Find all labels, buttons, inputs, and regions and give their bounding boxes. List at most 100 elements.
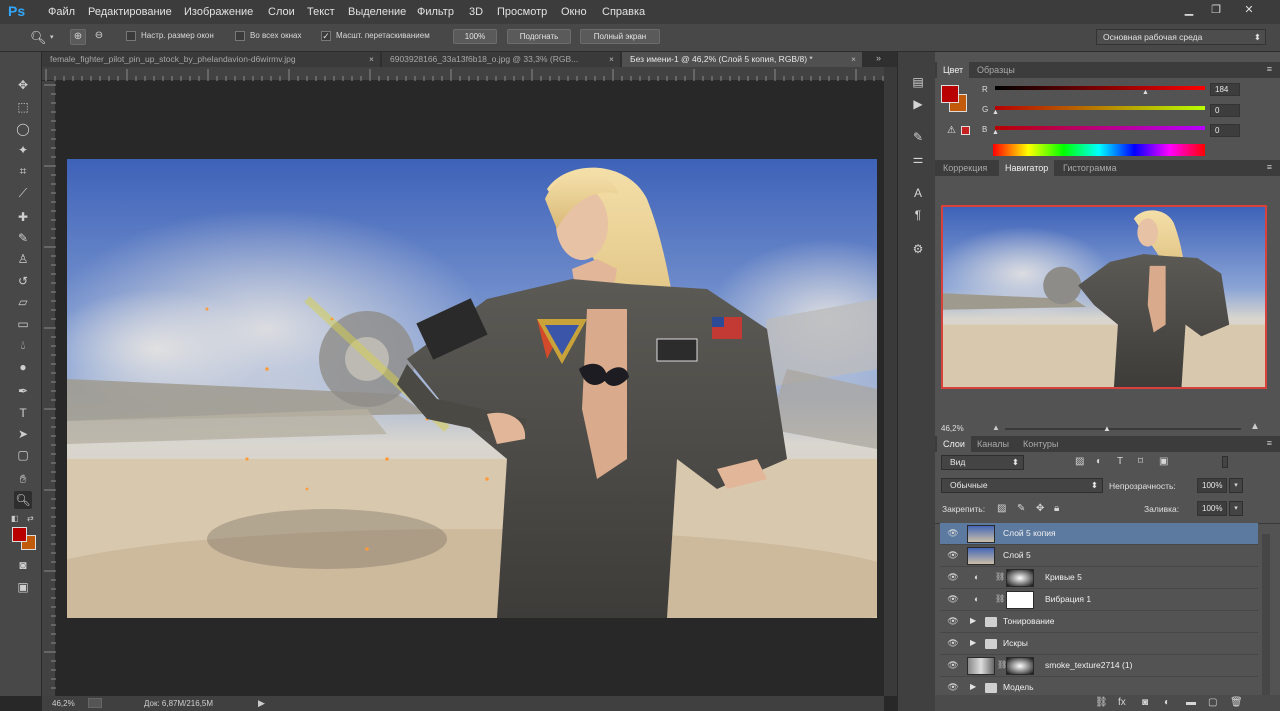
navigator-zoom-in-icon[interactable]: ▲ — [1250, 421, 1260, 432]
brush-panel-icon[interactable]: ✎ — [910, 130, 926, 146]
delete-layer-icon[interactable]: 🗑︎ — [1230, 697, 1243, 708]
layer-row-toning-group[interactable]: 👁︎ ▶ Тонирование — [940, 611, 1258, 633]
tab-adjustments[interactable]: Коррекция — [937, 160, 993, 176]
gamut-warning-icon[interactable]: ⚠ — [947, 125, 956, 136]
all-windows-checkbox[interactable] — [235, 31, 245, 41]
layer-row-curves5[interactable]: 👁︎ ◐ ⛓ Кривые 5 — [940, 567, 1258, 589]
menu-file[interactable]: Файл — [48, 6, 75, 18]
layer-row-sloy5[interactable]: 👁︎ Слой 5 — [940, 545, 1258, 567]
color-fg-swatch[interactable] — [941, 85, 959, 103]
close-tab-icon[interactable]: × — [609, 52, 614, 67]
expand-group-icon[interactable]: ▶ — [970, 682, 976, 691]
layer-row-sparks-group[interactable]: 👁︎ ▶ Искры — [940, 633, 1258, 655]
clone-stamp-tool-icon[interactable]: ♙ — [14, 250, 32, 268]
tabs-overflow-icon[interactable]: » — [876, 53, 881, 63]
tab-channels[interactable]: Каналы — [971, 436, 1015, 452]
dodge-tool-icon[interactable]: ● — [14, 358, 32, 376]
tab-histogram[interactable]: Гистограмма — [1057, 160, 1123, 176]
layer-name[interactable]: Слой 5 копия — [1003, 528, 1056, 538]
panel-menu-icon[interactable]: ≡ — [1267, 162, 1272, 172]
tab-6903928166[interactable]: 6903928166_33a13f6b18_o.jpg @ 33,3% (RGB… — [382, 52, 620, 67]
layer-row-vibrance1[interactable]: 👁︎ ◐ ⛓ Вибрация 1 — [940, 589, 1258, 611]
layer-name[interactable]: Вибрация 1 — [1045, 594, 1091, 604]
layer-name[interactable]: Тонирование — [1003, 616, 1054, 626]
crop-tool-icon[interactable]: ⌗ — [14, 162, 32, 180]
visibility-eye-icon[interactable]: 👁︎ — [947, 572, 959, 584]
lasso-tool-icon[interactable]: ◯ — [14, 120, 32, 138]
panel-menu-icon[interactable]: ≡ — [1267, 438, 1272, 448]
chevron-down-icon[interactable]: ▾ — [50, 33, 54, 41]
visibility-eye-icon[interactable]: 👁︎ — [947, 594, 959, 606]
layer-name[interactable]: Искры — [1003, 638, 1028, 648]
visibility-eye-icon[interactable]: 👁︎ — [947, 682, 959, 694]
menu-edit[interactable]: Редактирование — [88, 6, 172, 18]
layers-scrollbar[interactable] — [1262, 534, 1270, 697]
layer-row-sloy5-copy[interactable]: 👁︎ Слой 5 копия — [940, 523, 1258, 545]
blend-mode-select[interactable]: Обычные ⬍ — [941, 478, 1103, 493]
tab-female-fighter[interactable]: female_fighter_pilot_pin_up_stock_by_phe… — [42, 52, 380, 67]
canvas-scrollbar[interactable] — [884, 67, 897, 696]
layer-style-icon[interactable]: fx — [1118, 697, 1126, 708]
layer-mask-thumbnail[interactable] — [1006, 591, 1034, 609]
actions-panel-icon[interactable]: ▶ — [910, 97, 926, 113]
healing-brush-tool-icon[interactable]: ✚ — [14, 208, 32, 226]
layer-filter-select[interactable]: Вид ⬍ — [941, 455, 1024, 470]
opacity-dropdown-icon[interactable]: ▾ — [1229, 478, 1243, 493]
filter-type-icon[interactable]: T — [1117, 456, 1123, 467]
paragraph-panel-icon[interactable]: ¶ — [910, 208, 926, 224]
scrubby-zoom-checkbox[interactable]: ✓ — [321, 31, 331, 41]
new-layer-icon[interactable]: ▢ — [1208, 697, 1217, 708]
opacity-input[interactable]: 100% — [1197, 478, 1227, 493]
quick-select-tool-icon[interactable]: ✦ — [14, 141, 32, 159]
link-chain-icon[interactable]: ⛓ — [995, 572, 1005, 581]
new-adjustment-icon[interactable]: ◐ — [1164, 697, 1170, 708]
resize-windows-checkbox[interactable] — [126, 31, 136, 41]
menu-image[interactable]: Изображение — [184, 6, 253, 18]
layer-name[interactable]: Модель — [1003, 682, 1034, 692]
visibility-eye-icon[interactable]: 👁︎ — [947, 638, 959, 650]
vertical-ruler[interactable] — [42, 81, 56, 696]
menu-filter[interactable]: Фильтр — [417, 6, 454, 18]
fit-screen-button[interactable]: Подогнать — [507, 29, 571, 44]
filter-adjustment-icon[interactable]: ◐ — [1096, 456, 1102, 467]
r-slider-thumb[interactable]: ▲ — [1142, 89, 1149, 96]
filter-smart-object-icon[interactable]: ▣ — [1159, 456, 1168, 467]
layer-name[interactable]: Кривые 5 — [1045, 572, 1082, 582]
new-group-icon[interactable]: ▬ — [1186, 697, 1196, 708]
gamut-swatch[interactable] — [961, 126, 970, 135]
history-panel-icon[interactable]: ▤ — [910, 75, 926, 91]
tab-layers[interactable]: Слои — [937, 436, 971, 452]
move-tool-icon[interactable]: ✥ — [14, 76, 32, 94]
quick-mask-icon[interactable]: ◙ — [14, 556, 32, 574]
blur-tool-icon[interactable]: 💧︎ — [14, 336, 32, 354]
navigator-zoom-thumb[interactable]: ▲ — [1103, 424, 1111, 433]
fill-dropdown-icon[interactable]: ▾ — [1229, 501, 1243, 516]
g-slider[interactable] — [995, 106, 1205, 110]
gradient-tool-icon[interactable]: ▭ — [14, 315, 32, 333]
lock-position-icon[interactable]: ✥ — [1036, 503, 1044, 514]
marquee-tool-icon[interactable]: ⬚ — [14, 98, 32, 116]
default-colors-icon[interactable]: ◧ — [11, 514, 19, 523]
menu-3d[interactable]: 3D — [469, 6, 483, 18]
zoom-tool-icon[interactable]: 🔍︎ — [14, 491, 32, 509]
tab-untitled-1[interactable]: Без имени-1 @ 46,2% (Слой 5 копия, RGB/8… — [622, 52, 862, 67]
link-layers-icon[interactable]: ⛓ — [1095, 697, 1108, 708]
b-slider-thumb[interactable]: ▲ — [992, 129, 999, 136]
visibility-eye-icon[interactable]: 👁︎ — [947, 528, 959, 540]
shape-tool-icon[interactable]: ▢ — [14, 446, 32, 464]
layer-name[interactable]: Слой 5 — [1003, 550, 1031, 560]
fill-screen-button[interactable]: Полный экран — [580, 29, 660, 44]
layer-name[interactable]: smoke_texture2714 (1) — [1045, 660, 1132, 670]
hand-tool-icon[interactable]: ✋︎ — [14, 470, 32, 488]
zoom-100-button[interactable]: 100% — [453, 29, 497, 44]
status-info-icon[interactable] — [88, 698, 102, 708]
layer-mask-thumbnail[interactable] — [1006, 657, 1034, 675]
close-tab-icon[interactable]: × — [851, 52, 856, 67]
minimize-icon[interactable]: ▁ — [1180, 3, 1198, 17]
brush-tool-icon[interactable]: ✎ — [14, 229, 32, 247]
horizontal-ruler[interactable] — [42, 67, 884, 81]
pen-tool-icon[interactable]: ✒ — [14, 382, 32, 400]
swap-colors-icon[interactable]: ⇄ — [27, 514, 34, 523]
expand-group-icon[interactable]: ▶ — [970, 616, 976, 625]
layer-row-smoke-texture[interactable]: 👁︎ ⛓ smoke_texture2714 (1) — [940, 655, 1258, 677]
